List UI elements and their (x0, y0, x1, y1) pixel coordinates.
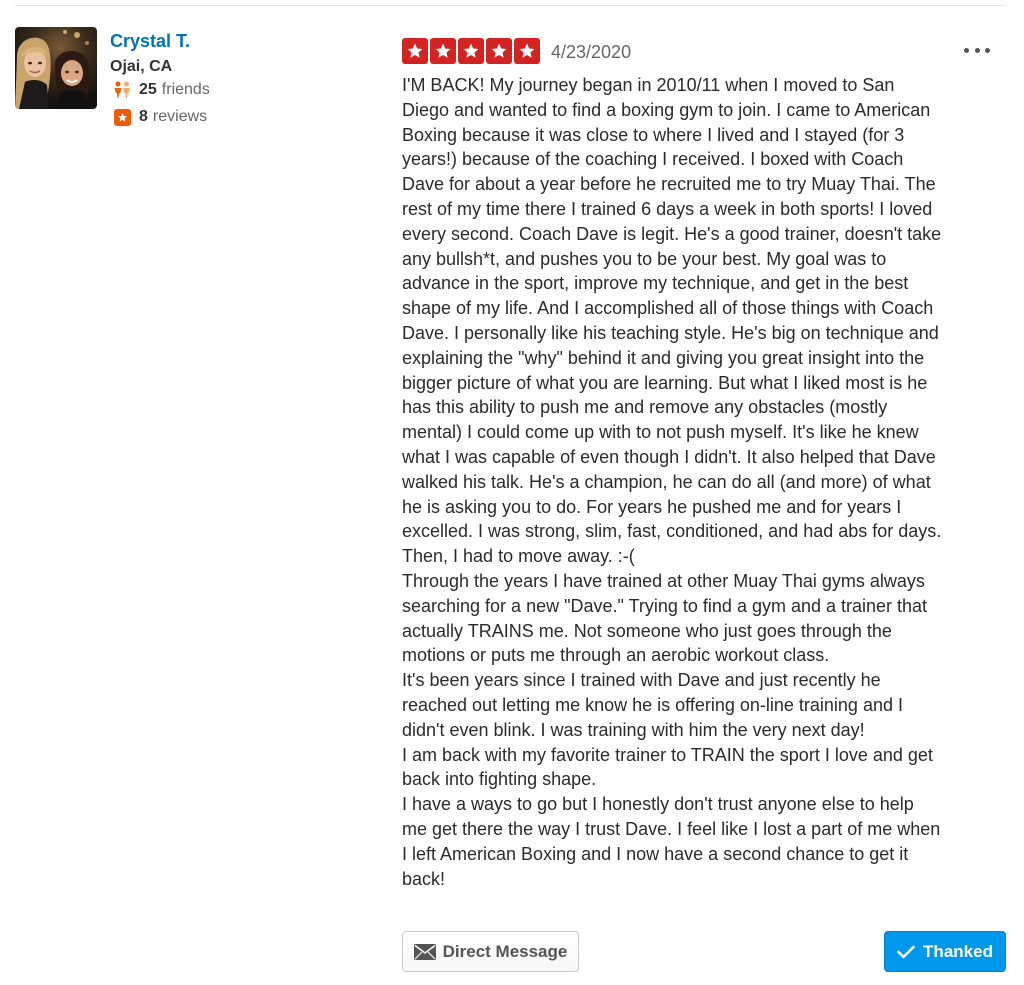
review-line: Then, I had to move away. :-( (402, 546, 635, 567)
review-line: I have a ways to go but I honestly don't… (402, 794, 914, 815)
review-line: explaining the "why" behind it and givin… (402, 347, 925, 368)
review-line: actually TRAINS me. Not someone who just… (402, 620, 892, 641)
star-rating (402, 38, 540, 64)
review-line: I left American Boxing and I now have a … (402, 843, 909, 864)
friends-label: friends (161, 81, 210, 98)
review-line: rest of my time there I trained 6 days a… (402, 198, 933, 219)
user-location: Ojai, CA (110, 58, 173, 75)
reviews-count: 8 (139, 108, 148, 125)
checkmark-icon (897, 945, 915, 959)
review-star-icon (112, 107, 132, 127)
top-divider (15, 5, 1006, 6)
direct-message-button[interactable]: Direct Message (402, 931, 579, 972)
review-line: he is asking you to do. For years he pus… (402, 496, 902, 517)
review-line: searching for a new "Dave." Trying to fi… (402, 595, 928, 616)
review-text: I'M BACK! My journey began in 2010/11 wh… (402, 73, 1002, 891)
review-line: Dave for about a year before he recruite… (402, 174, 936, 195)
rating-star-icon (514, 38, 540, 64)
direct-message-label: Direct Message (442, 941, 568, 961)
review-line: what I was capable of even though I didn… (402, 446, 936, 467)
reviews-stat: 8 reviews (112, 107, 207, 127)
review-date: 4/23/2020 (551, 42, 632, 62)
friends-icon (112, 80, 132, 100)
review-line: excelled. I was strong, slim, fast, cond… (402, 521, 942, 542)
user-name-link[interactable]: Crystal T. (110, 30, 190, 52)
thanked-button[interactable]: Thanked (884, 931, 1006, 972)
envelope-icon (413, 943, 436, 960)
rating-star-icon (486, 38, 512, 64)
review-line: motions or puts me through an aerobic wo… (402, 645, 830, 666)
review-line: Through the years I have trained at othe… (402, 570, 925, 591)
review-line: bigger picture of what you are learning.… (402, 372, 928, 393)
review-line: Diego and wanted to find a boxing gym to… (402, 99, 931, 120)
review-line: Boxing because it was close to where I l… (402, 124, 905, 145)
review-line: Dave. I personally like his teaching sty… (402, 322, 939, 343)
rating-star-icon (458, 38, 484, 64)
review-line: advance in the sport, improve my techniq… (402, 273, 909, 294)
review-line: reached out letting me know he is offeri… (402, 694, 903, 715)
review-line: I am back with my favorite trainer to TR… (402, 744, 933, 765)
more-options-icon[interactable] (962, 40, 992, 60)
rating-star-icon (402, 38, 428, 64)
avatar-photo (15, 27, 97, 109)
review-line: I'M BACK! My journey began in 2010/11 wh… (402, 75, 895, 95)
review-line: mental) I could come up with to not push… (402, 422, 919, 443)
review-line: didn't even blink. I was training with h… (402, 719, 865, 740)
review-line: years!) because of the coaching I receiv… (402, 149, 904, 170)
review-line: back into fighting shape. (402, 769, 597, 790)
review-line: back! (402, 868, 446, 889)
friends-count: 25 (139, 81, 157, 98)
friends-stat: 25 friends (112, 80, 210, 100)
reviews-label: reviews (152, 108, 208, 125)
rating-star-icon (430, 38, 456, 64)
review-line: shape of my life. And I accomplished all… (402, 298, 934, 319)
review-line: walked his talk. He's a champion, he can… (402, 471, 931, 492)
review-line: me get there the way I trust Dave. I fee… (402, 818, 941, 839)
review-line: has this ability to push me and remove a… (402, 397, 888, 418)
review-line: every second. Coach Dave is legit. He's … (402, 223, 942, 244)
review-line: It's been years since I trained with Dav… (402, 670, 881, 691)
thanked-label: Thanked (923, 941, 993, 961)
review-line: any bullsh*t, and pushes you to be your … (402, 248, 887, 269)
avatar[interactable] (15, 27, 97, 109)
